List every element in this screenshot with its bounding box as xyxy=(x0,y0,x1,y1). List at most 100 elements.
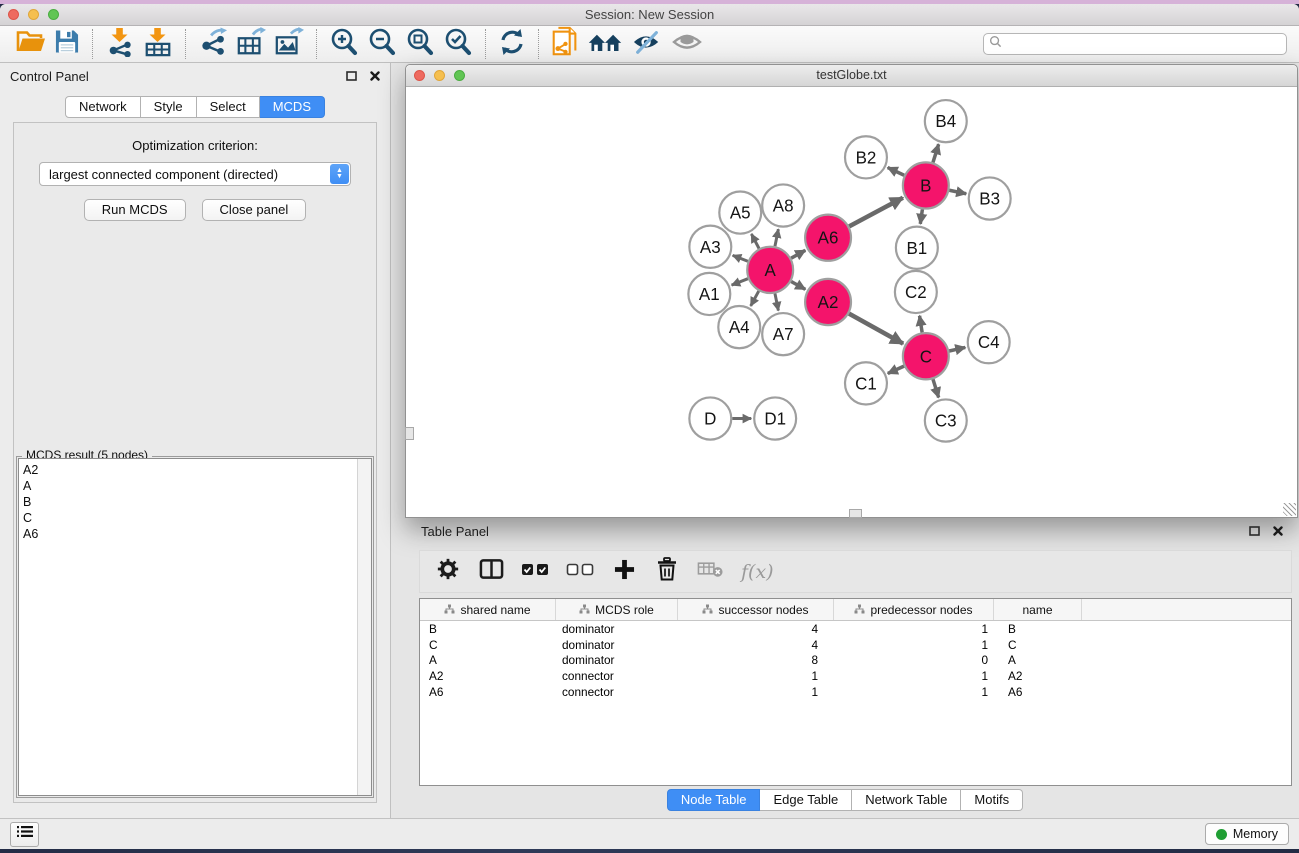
table-cell[interactable]: 8 xyxy=(678,653,834,667)
graph-edge-C-C4[interactable] xyxy=(949,347,965,351)
table-cell[interactable]: A2 xyxy=(994,669,1082,683)
export-image-button[interactable] xyxy=(274,28,304,60)
vertical-scrollbar-nub[interactable] xyxy=(405,427,414,440)
tab-motifs[interactable]: Motifs xyxy=(961,789,1023,811)
mcds-result-list[interactable]: A2ABCA6 xyxy=(18,458,372,796)
table-cell[interactable]: A6 xyxy=(994,685,1082,699)
graph-node-B1[interactable]: B1 xyxy=(896,227,938,269)
tab-mcds[interactable]: MCDS xyxy=(260,96,325,118)
table-cell[interactable]: B xyxy=(420,622,556,636)
function-builder-button[interactable]: f(x) xyxy=(741,557,774,587)
close-panel-icon[interactable] xyxy=(370,69,380,84)
result-list-scrollbar[interactable] xyxy=(357,459,371,795)
minimize-window-button[interactable] xyxy=(28,9,39,20)
table-cell[interactable]: connector xyxy=(556,669,678,683)
network-window[interactable]: testGlobe.txt AA1A2A3A4A5A6A7A8BB1B2B3B4… xyxy=(405,64,1298,518)
graph-edge-B-B1[interactable] xyxy=(920,209,922,224)
graph-edge-A6-B[interactable] xyxy=(849,198,903,227)
delete-table-button[interactable] xyxy=(697,557,724,587)
close-panel-icon[interactable] xyxy=(1273,524,1283,539)
window-titlebar[interactable]: Session: New Session xyxy=(0,4,1299,26)
table-cell[interactable]: C xyxy=(420,638,556,652)
import-network-button[interactable] xyxy=(105,28,135,60)
table-cell[interactable]: 0 xyxy=(834,653,994,667)
table-cell[interactable]: B xyxy=(994,622,1082,636)
hide-graphics-button[interactable] xyxy=(631,28,663,60)
table-row[interactable]: A2connector11A2 xyxy=(420,668,1291,684)
select-all-columns-button[interactable] xyxy=(521,557,549,587)
table-row[interactable]: Cdominator41C xyxy=(420,637,1291,653)
search-input[interactable] xyxy=(1006,36,1281,52)
tab-select[interactable]: Select xyxy=(197,96,260,118)
close-panel-button[interactable]: Close panel xyxy=(202,199,307,221)
graph-node-A4[interactable]: A4 xyxy=(718,306,760,348)
mcds-result-item[interactable]: A6 xyxy=(23,526,371,542)
table-cell[interactable]: 1 xyxy=(834,669,994,683)
tab-network-table[interactable]: Network Table xyxy=(852,789,961,811)
graph-edge-B-B4[interactable] xyxy=(933,144,939,162)
mcds-result-item[interactable]: A2 xyxy=(23,462,371,478)
memory-button[interactable]: Memory xyxy=(1205,823,1289,845)
graph-edge-A-A3[interactable] xyxy=(733,255,748,261)
graph-node-C2[interactable]: C2 xyxy=(895,271,937,313)
table-row[interactable]: Bdominator41B xyxy=(420,621,1291,637)
table-row[interactable]: Adominator80A xyxy=(420,653,1291,669)
graph-edge-A-A7[interactable] xyxy=(775,293,778,310)
maximize-window-button[interactable] xyxy=(48,9,59,20)
import-table-button[interactable] xyxy=(143,28,173,60)
graph-node-A7[interactable]: A7 xyxy=(762,313,804,355)
search-field[interactable] xyxy=(983,33,1287,55)
deselect-all-columns-button[interactable] xyxy=(566,557,594,587)
clone-network-button[interactable] xyxy=(551,28,579,60)
first-neighbors-button[interactable] xyxy=(587,28,623,60)
table-settings-button[interactable] xyxy=(435,557,461,587)
graph-node-A[interactable]: A xyxy=(747,247,793,293)
network-minimize-button[interactable] xyxy=(434,70,445,81)
graph-node-A1[interactable]: A1 xyxy=(688,273,730,315)
column-header-successor-nodes[interactable]: successor nodes xyxy=(678,599,834,620)
close-window-button[interactable] xyxy=(8,9,19,20)
column-header-predecessor-nodes[interactable]: predecessor nodes xyxy=(834,599,994,620)
graph-node-B2[interactable]: B2 xyxy=(845,136,887,178)
zoom-in-button[interactable] xyxy=(329,28,359,60)
table-cell[interactable]: dominator xyxy=(556,638,678,652)
export-network-button[interactable] xyxy=(198,28,228,60)
open-session-button[interactable] xyxy=(16,28,46,60)
create-column-button[interactable] xyxy=(611,557,637,587)
table-cell[interactable]: 1 xyxy=(834,638,994,652)
graph-edge-A-A1[interactable] xyxy=(732,279,748,285)
graph-node-A2[interactable]: A2 xyxy=(805,279,851,325)
optimization-criterion-select[interactable]: largest connected component (directed) ▲… xyxy=(39,162,351,186)
table-cell[interactable]: 1 xyxy=(678,685,834,699)
graph-edge-B-B2[interactable] xyxy=(888,168,904,176)
network-canvas[interactable]: AA1A2A3A4A5A6A7A8BB1B2B3B4CC1C2C3C4DD1 xyxy=(406,87,1297,517)
zoom-selected-button[interactable] xyxy=(443,28,473,60)
table-cell[interactable]: C xyxy=(994,638,1082,652)
table-cell[interactable]: 4 xyxy=(678,638,834,652)
table-cell[interactable]: 1 xyxy=(834,622,994,636)
save-session-button[interactable] xyxy=(54,28,80,60)
float-panel-icon[interactable] xyxy=(1249,524,1260,539)
graph-edge-A-A4[interactable] xyxy=(751,291,759,306)
graph-node-C3[interactable]: C3 xyxy=(925,399,967,441)
graph-node-C4[interactable]: C4 xyxy=(968,321,1010,363)
table-cell[interactable]: A xyxy=(994,653,1082,667)
table-cell[interactable]: 1 xyxy=(834,685,994,699)
tab-style[interactable]: Style xyxy=(141,96,197,118)
tab-node-table[interactable]: Node Table xyxy=(667,789,761,811)
graph-node-B4[interactable]: B4 xyxy=(925,100,967,142)
graph-node-C1[interactable]: C1 xyxy=(845,362,887,404)
table-cell[interactable]: connector xyxy=(556,685,678,699)
show-columns-button[interactable] xyxy=(478,557,504,587)
mcds-result-item[interactable]: B xyxy=(23,494,371,510)
refresh-button[interactable] xyxy=(498,28,526,60)
table-cell[interactable]: dominator xyxy=(556,653,678,667)
table-cell[interactable]: A2 xyxy=(420,669,556,683)
table-cell[interactable]: A xyxy=(420,653,556,667)
table-row[interactable]: A6connector11A6 xyxy=(420,684,1291,700)
graph-edge-B-B3[interactable] xyxy=(949,190,966,193)
network-maximize-button[interactable] xyxy=(454,70,465,81)
tab-edge-table[interactable]: Edge Table xyxy=(760,789,852,811)
export-table-button[interactable] xyxy=(236,28,266,60)
graph-node-D[interactable]: D xyxy=(689,397,731,439)
